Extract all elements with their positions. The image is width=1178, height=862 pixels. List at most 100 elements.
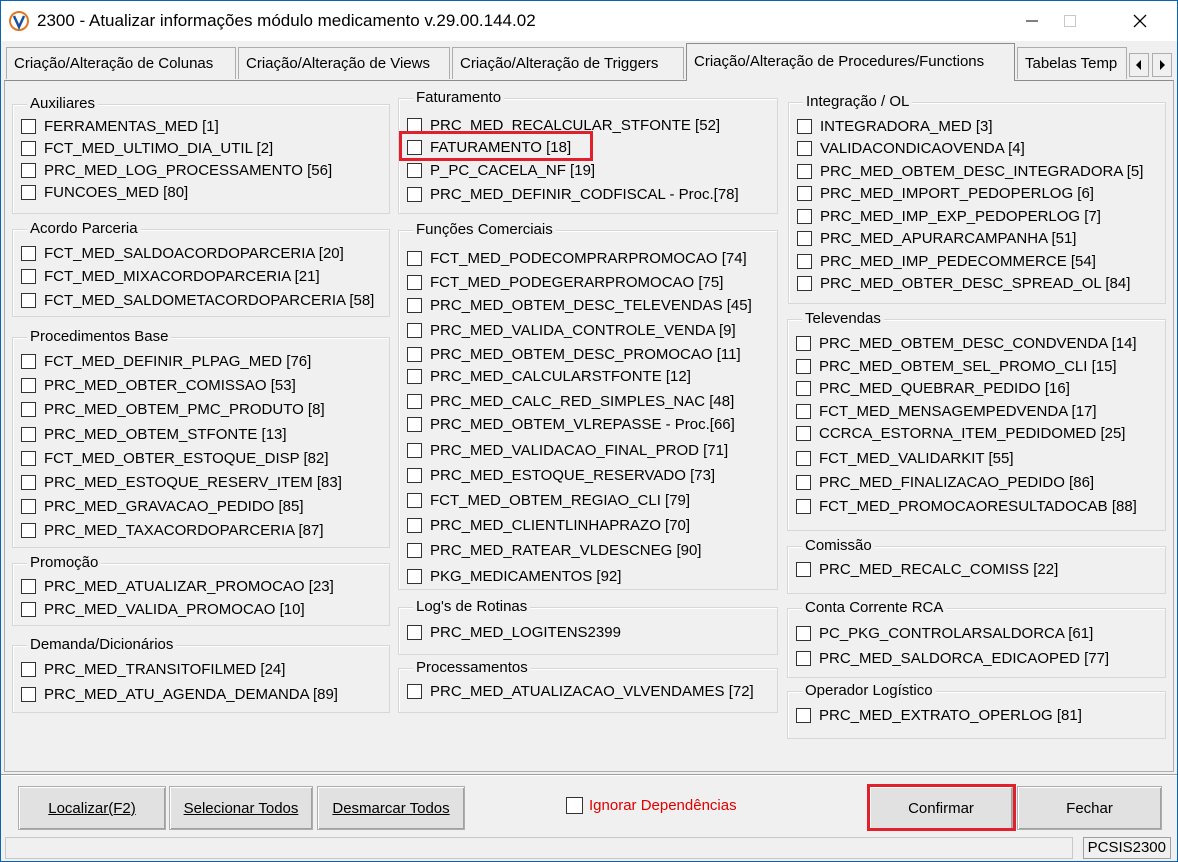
checkbox-prc-med-definir-codfiscal[interactable]: PRC_MED_DEFINIR_CODFISCAL - Proc.[78] (407, 183, 739, 205)
checkbox-box[interactable] (407, 542, 422, 558)
checkbox-box[interactable] (796, 403, 811, 419)
checkbox-fct-med-ultimo-dia-util[interactable]: FCT_MED_ULTIMO_DIA_UTIL [2] (21, 137, 273, 159)
checkbox-prc-med-obtem-desc-integradora[interactable]: PRC_MED_OBTEM_DESC_INTEGRADORA [5] (797, 160, 1143, 182)
checkbox-prc-med-obtem-desc-promocao[interactable]: PRC_MED_OBTEM_DESC_PROMOCAO [11] (407, 343, 741, 365)
checkbox-faturamento[interactable]: FATURAMENTO [18] (407, 136, 571, 158)
checkbox-box[interactable] (796, 380, 811, 396)
checkbox-box[interactable] (797, 185, 812, 201)
checkbox-box[interactable] (797, 275, 812, 291)
checkbox-prc-med-transitofilmed[interactable]: PRC_MED_TRANSITOFILMED [24] (21, 658, 285, 680)
checkbox-box[interactable] (407, 624, 422, 640)
checkbox-box[interactable] (21, 162, 36, 178)
checkbox-box[interactable] (21, 140, 36, 156)
checkbox-fct-med-podegerarpromocao[interactable]: FCT_MED_PODEGERARPROMOCAO [75] (407, 271, 723, 293)
checkbox-prc-med-apurarcampanha[interactable]: PRC_MED_APURARCAMPANHA [51] (797, 227, 1076, 249)
checkbox-box[interactable] (407, 346, 422, 362)
tab-scroll-left-button[interactable] (1129, 53, 1149, 77)
checkbox-prc-med-obtem-vlrepasse[interactable]: PRC_MED_OBTEM_VLREPASSE - Proc.[66] (407, 413, 735, 435)
checkbox-fct-med-saldoacordoparceria[interactable]: FCT_MED_SALDOACORDOPARCERIA [20] (21, 242, 344, 264)
checkbox-prc-med-atualizar-promocao[interactable]: PRC_MED_ATUALIZAR_PROMOCAO [23] (21, 575, 334, 597)
fechar-button[interactable]: Fechar (1017, 786, 1162, 830)
checkbox-fct-med-saldometacordoparceria[interactable]: FCT_MED_SALDOMETACORDOPARCERIA [58] (21, 289, 374, 311)
checkbox-box[interactable] (21, 498, 36, 514)
checkbox-integradora-med[interactable]: INTEGRADORA_MED [3] (797, 115, 993, 137)
checkbox-prc-med-finalizacao-pedido[interactable]: PRC_MED_FINALIZACAO_PEDIDO [86] (796, 471, 1094, 493)
checkbox-fct-med-mixacordoparceria[interactable]: FCT_MED_MIXACORDOPARCERIA [21] (21, 265, 320, 287)
tab-scroll-right-button[interactable] (1152, 53, 1172, 77)
checkbox-prc-med-calc-red-simples-nac[interactable]: PRC_MED_CALC_RED_SIMPLES_NAC [48] (407, 390, 734, 412)
checkbox-ccrca-estorna-item-pedidomed[interactable]: CCRCA_ESTORNA_ITEM_PEDIDOMED [25] (796, 422, 1125, 444)
checkbox-prc-med-obter-comissao[interactable]: PRC_MED_OBTER_COMISSAO [53] (21, 374, 296, 396)
checkbox-fct-med-validarkit[interactable]: FCT_MED_VALIDARKIT [55] (796, 447, 1014, 469)
checkbox-box[interactable] (796, 625, 811, 641)
checkbox-prc-med-import-pedoperlog[interactable]: PRC_MED_IMPORT_PEDOPERLOG [6] (797, 182, 1094, 204)
checkbox-box[interactable] (21, 353, 36, 369)
selecionar-todos-button[interactable]: Selecionar Todos (169, 786, 313, 830)
checkbox-fct-med-obtem-regiao-cli[interactable]: FCT_MED_OBTEM_REGIAO_CLI [79] (407, 489, 690, 511)
checkbox-box[interactable] (21, 377, 36, 393)
checkbox-box[interactable] (21, 474, 36, 490)
checkbox-box[interactable] (21, 686, 36, 702)
checkbox-box[interactable] (407, 492, 422, 508)
checkbox-prc-med-obtem-sel-promo-cli[interactable]: PRC_MED_OBTEM_SEL_PROMO_CLI [15] (796, 355, 1117, 377)
checkbox-validacondicaovenda[interactable]: VALIDACONDICAOVENDA [4] (797, 137, 1025, 159)
ignorar-dependencias-checkbox[interactable]: Ignorar Dependências (566, 797, 737, 814)
checkbox-fct-med-podecomprarpromocao[interactable]: FCT_MED_PODECOMPRARPROMOCAO [74] (407, 247, 747, 269)
checkbox-box[interactable] (407, 297, 422, 313)
checkbox-prc-med-log-processamento[interactable]: PRC_MED_LOG_PROCESSAMENTO [56] (21, 159, 332, 181)
checkbox-box[interactable] (407, 368, 422, 384)
checkbox-prc-med-validacao-final-prod[interactable]: PRC_MED_VALIDACAO_FINAL_PROD [71] (407, 439, 728, 461)
tab-procedures-functions[interactable]: Criação/Alteração de Procedures/Function… (686, 43, 1015, 81)
tab-views[interactable]: Criação/Alteração de Views (238, 47, 450, 79)
checkbox-box[interactable] (566, 797, 583, 814)
checkbox-prc-med-obter-desc-spread-ol[interactable]: PRC_MED_OBTER_DESC_SPREAD_OL [84] (797, 272, 1130, 294)
checkbox-prc-med-atu-agenda-demanda[interactable]: PRC_MED_ATU_AGENDA_DEMANDA [89] (21, 683, 338, 705)
checkbox-box[interactable] (407, 393, 422, 409)
checkbox-box[interactable] (797, 118, 812, 134)
close-button[interactable] (1117, 1, 1163, 41)
checkbox-prc-med-obtem-desc-televendas[interactable]: PRC_MED_OBTEM_DESC_TELEVENDAS [45] (407, 294, 752, 316)
checkbox-box[interactable] (797, 230, 812, 246)
checkbox-box[interactable] (21, 661, 36, 677)
checkbox-box[interactable] (796, 498, 811, 514)
checkbox-pc-pkg-controlarsaldorca[interactable]: PC_PKG_CONTROLARSALDORCA [61] (796, 622, 1093, 644)
checkbox-prc-med-imp-pedecommerce[interactable]: PRC_MED_IMP_PEDECOMMERCE [54] (797, 250, 1096, 272)
checkbox-box[interactable] (407, 322, 422, 338)
checkbox-prc-med-obtem-desc-condvenda[interactable]: PRC_MED_OBTEM_DESC_CONDVENDA [14] (796, 332, 1137, 354)
checkbox-box[interactable] (21, 184, 36, 200)
checkbox-box[interactable] (21, 522, 36, 538)
checkbox-prc-med-clientlinhaprazo[interactable]: PRC_MED_CLIENTLINHAPRAZO [70] (407, 514, 690, 536)
checkbox-p-pc-cacela-nf[interactable]: P_PC_CACELA_NF [19] (407, 159, 595, 181)
tab-tabelas-temp[interactable]: Tabelas Temp (1017, 47, 1127, 79)
checkbox-box[interactable] (21, 118, 36, 134)
checkbox-box[interactable] (407, 162, 422, 178)
checkbox-prc-med-estoque-reservado[interactable]: PRC_MED_ESTOQUE_RESERVADO [73] (407, 464, 715, 486)
checkbox-box[interactable] (407, 416, 422, 432)
checkbox-box[interactable] (796, 450, 811, 466)
checkbox-box[interactable] (21, 245, 36, 261)
checkbox-prc-med-obtem-pmc-produto[interactable]: PRC_MED_OBTEM_PMC_PRODUTO [8] (21, 398, 325, 420)
checkbox-prc-med-quebrar-pedido[interactable]: PRC_MED_QUEBRAR_PEDIDO [16] (796, 377, 1070, 399)
checkbox-box[interactable] (797, 253, 812, 269)
checkbox-ferramentas-med[interactable]: FERRAMENTAS_MED [1] (21, 115, 219, 137)
checkbox-box[interactable] (796, 425, 811, 441)
checkbox-box[interactable] (407, 274, 422, 290)
checkbox-prc-med-imp-exp-pedoperlog[interactable]: PRC_MED_IMP_EXP_PEDOPERLOG [7] (797, 205, 1101, 227)
checkbox-prc-med-extrato-operlog[interactable]: PRC_MED_EXTRATO_OPERLOG [81] (796, 704, 1082, 726)
localizar-button[interactable]: Localizar(F2) (18, 786, 166, 830)
tab-triggers[interactable]: Criação/Alteração de Triggers (452, 47, 684, 79)
checkbox-box[interactable] (797, 163, 812, 179)
checkbox-box[interactable] (407, 139, 422, 155)
checkbox-box[interactable] (407, 683, 422, 699)
checkbox-pkg-medicamentos[interactable]: PKG_MEDICAMENTOS [92] (407, 565, 621, 587)
checkbox-box[interactable] (407, 442, 422, 458)
checkbox-prc-med-gravacao-pedido[interactable]: PRC_MED_GRAVACAO_PEDIDO [85] (21, 495, 304, 517)
checkbox-box[interactable] (21, 268, 36, 284)
desmarcar-todos-button[interactable]: Desmarcar Todos (317, 786, 465, 830)
checkbox-box[interactable] (796, 474, 811, 490)
checkbox-prc-med-valida-controle-venda[interactable]: PRC_MED_VALIDA_CONTROLE_VENDA [9] (407, 319, 736, 341)
checkbox-box[interactable] (21, 578, 36, 594)
checkbox-box[interactable] (796, 561, 811, 577)
checkbox-fct-med-obter-estoque-disp[interactable]: FCT_MED_OBTER_ESTOQUE_DISP [82] (21, 447, 329, 469)
checkbox-box[interactable] (407, 117, 422, 133)
